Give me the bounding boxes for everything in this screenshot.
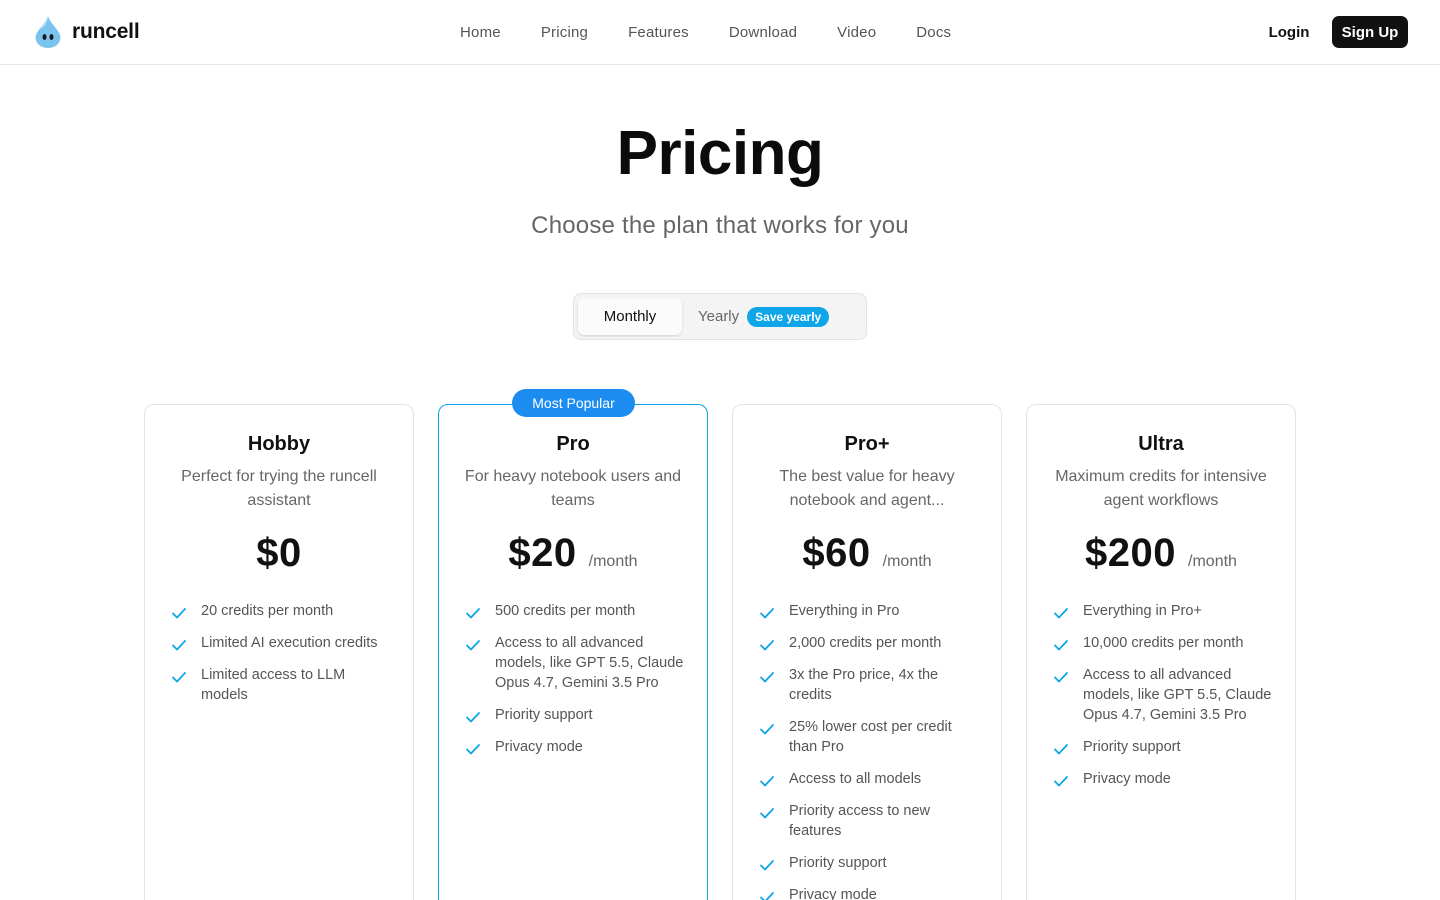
nav-docs[interactable]: Docs bbox=[896, 24, 971, 41]
plan-feature: Everything in Pro+ bbox=[1053, 601, 1273, 621]
nav-pricing[interactable]: Pricing bbox=[521, 24, 608, 41]
plan-feature-list: 500 credits per month Access to all adva… bbox=[465, 601, 685, 769]
plan-description: For heavy notebook users and teams bbox=[464, 468, 682, 509]
plan-name: Hobby bbox=[247, 433, 311, 455]
checkmark-icon bbox=[172, 608, 186, 619]
checkmark-icon bbox=[172, 672, 186, 683]
plan-price-row: $60 /month bbox=[733, 531, 1001, 576]
plan-feature: 2,000 credits per month bbox=[759, 633, 979, 653]
checkmark-icon bbox=[1054, 608, 1068, 619]
plan-period: /month bbox=[1188, 553, 1237, 570]
plan-feature: Limited AI execution credits bbox=[171, 633, 391, 653]
plan-feature: Priority access to new features bbox=[759, 801, 979, 841]
plan-feature: Access to all advanced models, like GPT … bbox=[1053, 665, 1273, 725]
plan-feature-list: 20 credits per month Limited AI executio… bbox=[171, 601, 391, 717]
plan-feature: 10,000 credits per month bbox=[1053, 633, 1273, 653]
plan-feature: Privacy mode bbox=[759, 885, 979, 900]
plan-card-pro: Pro For heavy notebook users and teams $… bbox=[438, 404, 708, 900]
nav-video[interactable]: Video bbox=[817, 24, 896, 41]
plan-price: $60 bbox=[802, 531, 871, 575]
billing-yearly-label: Yearly bbox=[698, 308, 740, 325]
plan-feature: 500 credits per month bbox=[465, 601, 685, 621]
checkmark-icon bbox=[1054, 672, 1068, 683]
plan-price: $200 bbox=[1085, 531, 1177, 575]
plan-feature: 3x the Pro price, 4x the credits bbox=[759, 665, 979, 705]
plan-period: /month bbox=[882, 553, 932, 570]
plan-feature: Everything in Pro bbox=[759, 601, 979, 621]
checkmark-icon bbox=[172, 640, 186, 651]
plan-price-row: $200 /month bbox=[1027, 531, 1295, 576]
checkmark-icon bbox=[466, 608, 480, 619]
plan-description: Maximum credits for intensive agent work… bbox=[1055, 468, 1267, 509]
page-title: Pricing bbox=[616, 119, 824, 188]
plan-card-pro-plus: Pro+ The best value for heavy notebook a… bbox=[732, 404, 1002, 900]
plan-card-hobby: Hobby Perfect for trying the runcell ass… bbox=[144, 404, 414, 900]
plan-name: Pro+ bbox=[844, 433, 890, 455]
plan-feature: Priority support bbox=[1053, 737, 1273, 757]
checkmark-icon bbox=[760, 672, 774, 683]
checkmark-icon bbox=[760, 640, 774, 651]
plan-card-ultra: Ultra Maximum credits for intensive agen… bbox=[1026, 404, 1296, 900]
plan-name: Pro bbox=[556, 433, 590, 455]
plan-price-row: $20 /month bbox=[439, 531, 707, 576]
billing-monthly-option[interactable]: Monthly bbox=[578, 298, 682, 335]
checkmark-icon bbox=[1054, 744, 1068, 755]
brand-name: runcell bbox=[72, 20, 140, 43]
checkmark-icon bbox=[760, 860, 774, 871]
nav-download[interactable]: Download bbox=[709, 24, 817, 41]
checkmark-icon bbox=[466, 744, 480, 755]
login-link[interactable]: Login bbox=[1258, 16, 1320, 48]
save-yearly-badge: Save yearly bbox=[747, 306, 830, 327]
plan-feature: 25% lower cost per credit than Pro bbox=[759, 717, 979, 757]
plan-feature: Access to all models bbox=[759, 769, 979, 789]
checkmark-icon bbox=[760, 608, 774, 619]
checkmark-icon bbox=[760, 776, 774, 787]
plan-feature: Privacy mode bbox=[465, 737, 685, 757]
plan-feature-list: Everything in Pro+ 10,000 credits per mo… bbox=[1053, 601, 1273, 801]
plan-feature: 20 credits per month bbox=[171, 601, 391, 621]
brand-logo[interactable]: runcell bbox=[32, 14, 140, 50]
site-header: runcell Home Pricing Features Download V… bbox=[0, 0, 1440, 65]
checkmark-icon bbox=[1054, 776, 1068, 787]
checkmark-icon bbox=[760, 808, 774, 819]
checkmark-icon bbox=[760, 724, 774, 735]
plan-feature: Limited access to LLM models bbox=[171, 665, 391, 705]
plan-price: $0 bbox=[256, 531, 302, 575]
checkmark-icon bbox=[466, 640, 480, 651]
plan-feature: Priority support bbox=[759, 853, 979, 873]
nav-features[interactable]: Features bbox=[608, 24, 709, 41]
plan-description: The best value for heavy notebook and ag… bbox=[779, 468, 955, 509]
checkmark-icon bbox=[760, 892, 774, 900]
plan-feature: Access to all advanced models, like GPT … bbox=[465, 633, 685, 693]
plan-price-row: $0 bbox=[145, 531, 413, 576]
main-nav: Home Pricing Features Download Video Doc… bbox=[440, 0, 971, 64]
most-popular-badge: Most Popular bbox=[512, 389, 635, 417]
billing-period-toggle: Monthly Yearly Save yearly bbox=[573, 293, 867, 340]
checkmark-icon bbox=[466, 712, 480, 723]
plan-price: $20 bbox=[508, 531, 577, 575]
checkmark-icon bbox=[1054, 640, 1068, 651]
billing-yearly-option[interactable]: Yearly Save yearly bbox=[698, 298, 830, 335]
plan-period: /month bbox=[588, 553, 638, 570]
droplet-logo-icon bbox=[35, 16, 61, 48]
plan-feature: Privacy mode bbox=[1053, 769, 1273, 789]
page-subtitle: Choose the plan that works for you bbox=[531, 212, 909, 239]
sign-up-button[interactable]: Sign Up bbox=[1332, 16, 1408, 48]
plan-description: Perfect for trying the runcell assistant bbox=[181, 468, 377, 509]
plan-feature: Priority support bbox=[465, 705, 685, 725]
plan-name: Ultra bbox=[1138, 433, 1184, 455]
plan-feature-list: Everything in Pro 2,000 credits per mont… bbox=[759, 601, 979, 900]
nav-home[interactable]: Home bbox=[440, 24, 521, 41]
